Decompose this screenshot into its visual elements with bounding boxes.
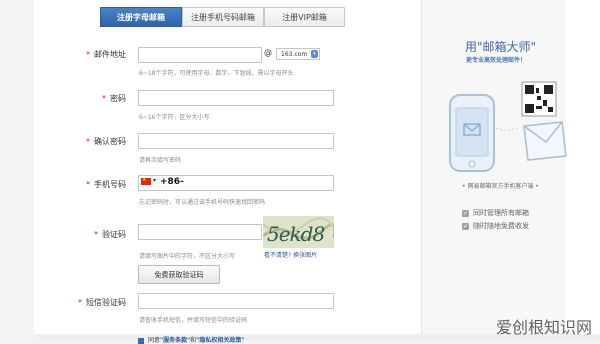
phone-icon — [449, 94, 495, 172]
feature-item: ✓ 随时随地免费收发 — [462, 221, 529, 231]
agree-terms: 同意"服务条款"和"隐私权相关政策" — [138, 335, 245, 344]
tab-letter-email[interactable]: 注册字母邮箱 — [100, 7, 182, 27]
email-input[interactable] — [138, 47, 262, 63]
email-label-text: 邮件地址 — [94, 50, 126, 59]
sms-label-text: 短信验证码 — [86, 298, 126, 307]
country-code: +86- — [160, 177, 184, 187]
captcha-text: 5ekd8 — [267, 222, 324, 246]
feature-text: 随时随地免费收发 — [473, 222, 529, 230]
terms-link[interactable]: "服务条款" — [160, 337, 190, 344]
captcha-graphic: 5ekd8 — [263, 217, 334, 246]
privacy-link[interactable]: "隐私权相关政策" — [196, 337, 244, 344]
required-mark: * — [94, 230, 98, 239]
captcha-label: * 验证码 — [94, 229, 126, 240]
password-hint: 6~16个字符，区分大小写 — [139, 114, 210, 121]
feature-text: 同时管理所有邮箱 — [473, 209, 529, 217]
required-mark: * — [86, 137, 90, 146]
confirm-label-text: 确认密码 — [94, 137, 126, 146]
agree-checkbox[interactable] — [138, 337, 144, 344]
email-label: * 邮件地址 — [86, 49, 126, 60]
check-icon: ✓ — [462, 209, 469, 217]
envelope-icon — [523, 121, 567, 161]
promo-title: 用"邮箱大师" — [465, 40, 537, 54]
password-label-text: 密码 — [110, 94, 126, 103]
domain-value: 163.com — [281, 50, 308, 58]
chevron-down-icon: ▾ — [311, 50, 318, 58]
tab-phone-email[interactable]: 注册手机号码邮箱 — [182, 7, 264, 27]
panel-divider — [421, 0, 422, 342]
feature-item: ✓ 同时管理所有邮箱 — [462, 208, 529, 218]
phone-label: * 手机号码 — [86, 179, 126, 190]
country-caret[interactable]: ▾ — [153, 177, 156, 184]
required-mark: * — [102, 94, 106, 103]
register-tabs: 注册字母邮箱 注册手机号码邮箱 注册VIP邮箱 — [100, 7, 345, 27]
confirm-password-label: * 确认密码 — [86, 136, 126, 147]
get-sms-code-button[interactable]: 免费获取验证码 — [138, 265, 220, 284]
password-input[interactable] — [138, 90, 334, 106]
captcha-refresh-link[interactable]: 看不清楚? 换张图片 — [264, 250, 317, 259]
flag-star-icon: ★ — [142, 177, 147, 183]
at-sign: @ — [264, 48, 272, 57]
qr-code-icon — [521, 81, 557, 117]
promo-subtitle: 更专业高效处理邮件！ — [466, 57, 527, 64]
sms-code-label: * 短信验证码 — [78, 297, 126, 308]
china-flag-icon[interactable]: ★ — [141, 178, 151, 185]
domain-select[interactable]: 163.com ▾ — [276, 48, 320, 60]
phone-hint: 忘记密码时，可以通过该手机号码快速找回密码 — [139, 199, 266, 206]
site-watermark: 爱创根知识网 — [496, 318, 593, 337]
required-mark: * — [78, 298, 82, 307]
email-hint: 6~18个字符，可使用字母、数字、下划线，需以字母开头 — [139, 70, 294, 77]
password-label: * 密码 — [102, 93, 126, 104]
tab-vip-email[interactable]: 注册VIP邮箱 — [264, 7, 345, 27]
sms-code-input[interactable] — [138, 293, 334, 309]
sms-code-hint: 请查收手机短信，并填写短信中的验证码 — [139, 317, 248, 324]
confirm-password-input[interactable] — [138, 133, 334, 149]
captcha-input[interactable] — [138, 224, 262, 240]
check-icon: ✓ — [462, 222, 469, 230]
promo-caption: • 网易邮箱官方手机客户端 • — [462, 183, 539, 190]
agree-prefix: 同意 — [148, 337, 161, 344]
promo-illustration — [449, 81, 567, 172]
required-mark: * — [86, 50, 90, 59]
confirm-password-hint: 请再次填写密码 — [139, 157, 182, 164]
captcha-hint: 请填写图片中的字符，不区分大小写 — [139, 253, 236, 260]
phone-label-text: 手机号码 — [94, 180, 126, 189]
captcha-image[interactable]: 5ekd8 — [263, 216, 334, 248]
captcha-label-text: 验证码 — [102, 230, 126, 239]
required-mark: * — [86, 180, 90, 189]
